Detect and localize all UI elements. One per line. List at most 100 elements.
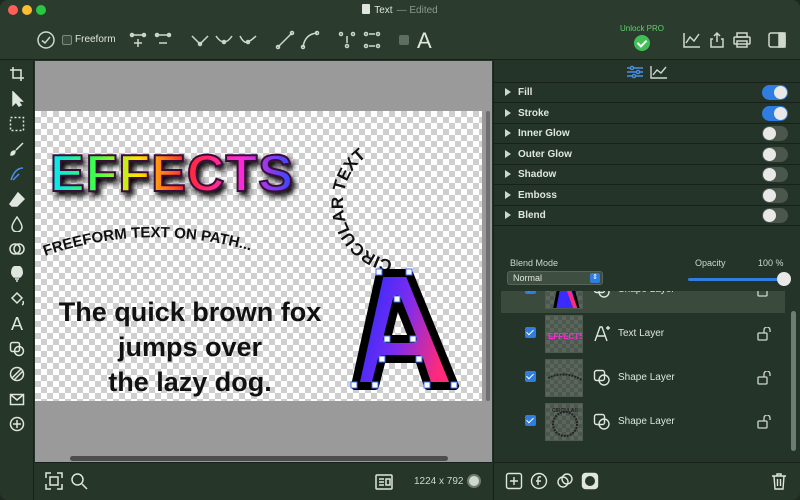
gradient-tool-icon[interactable] (8, 365, 26, 383)
light-bulb-icon[interactable] (8, 265, 26, 283)
add-anchor-tool-icon[interactable] (8, 415, 26, 433)
function-icon[interactable] (530, 472, 548, 490)
convert-shape-icon[interactable] (399, 35, 409, 45)
mail-tool-icon[interactable] (8, 390, 26, 408)
brush-tool-icon[interactable] (8, 140, 26, 158)
effect-toggle[interactable] (762, 146, 788, 162)
effect-row-fill[interactable]: Fill (494, 83, 800, 103)
document-info-icon[interactable] (375, 473, 393, 491)
sidebar-icon[interactable] (767, 29, 787, 51)
shape-tool-icon[interactable] (8, 340, 26, 358)
canvas-vertical-scrollbar[interactable] (485, 111, 491, 401)
window-title: Text — Edited (0, 4, 800, 16)
effect-toggle[interactable] (762, 187, 788, 203)
mask-blend-icon[interactable] (556, 472, 574, 490)
disclosure-triangle-icon[interactable] (505, 190, 511, 199)
pen-tool-icon[interactable] (8, 165, 26, 183)
effect-toggle[interactable] (762, 85, 788, 100)
effect-toggle[interactable] (762, 126, 788, 141)
share-icon[interactable] (708, 29, 726, 51)
smooth-node-icon[interactable] (214, 29, 234, 51)
distribute-grid-icon[interactable] (362, 29, 382, 51)
layer-visibility-checkbox[interactable] (525, 291, 536, 294)
chart-tab-icon[interactable] (649, 64, 669, 80)
effect-toggle[interactable] (762, 167, 788, 182)
shapes-boolean-icon[interactable] (8, 240, 26, 258)
freeform-checkbox[interactable] (62, 35, 72, 45)
drop-tool-icon[interactable] (8, 215, 26, 233)
paint-bucket-icon[interactable] (8, 290, 26, 308)
effects-text[interactable]: EFFECTS (49, 144, 294, 204)
canvas-vertical-scroll-thumb[interactable] (486, 111, 490, 401)
opacity-slider-track[interactable] (688, 278, 784, 281)
marquee-tool-icon[interactable] (8, 115, 26, 133)
effect-row-outer-glow[interactable]: Outer Glow (494, 145, 800, 165)
distribute-vertical-icon[interactable] (337, 29, 357, 51)
disclosure-triangle-icon[interactable] (505, 149, 511, 158)
blend-mode-select[interactable]: Normal ⇕ (507, 271, 603, 285)
remove-node-icon[interactable] (153, 29, 173, 51)
symmetric-node-icon[interactable] (238, 29, 258, 51)
text-tool-icon[interactable]: A (417, 28, 432, 54)
opacity-slider-knob[interactable] (777, 272, 791, 286)
text-tool-icon[interactable]: A (8, 314, 26, 334)
trash-icon[interactable] (770, 472, 788, 490)
add-layer-icon[interactable] (505, 472, 523, 490)
effect-toggle[interactable] (762, 105, 788, 121)
chart-icon[interactable] (682, 29, 702, 51)
canvas-viewport[interactable]: EFFECTS CIRCULAR TEXT FREEFORM TEXT ON P… (35, 61, 492, 462)
toggle-knob (763, 188, 776, 202)
disclosure-triangle-icon[interactable] (505, 88, 511, 96)
unlock-icon[interactable] (756, 370, 772, 385)
layers-scrollbar[interactable] (791, 311, 796, 451)
layers-toolbar (494, 462, 800, 500)
unlock-icon[interactable] (756, 326, 772, 341)
unlock-icon[interactable] (756, 291, 772, 297)
layer-mask-icon[interactable] (581, 472, 599, 490)
curve-line-icon[interactable] (300, 29, 320, 51)
canvas-artwork[interactable]: EFFECTS CIRCULAR TEXT FREEFORM TEXT ON P… (35, 111, 482, 401)
layer-row[interactable]: Shape Layer (501, 357, 785, 401)
zoom-icon[interactable] (70, 472, 88, 490)
layer-row[interactable]: Shape Layer (501, 291, 785, 313)
body-text-line-2[interactable]: jumps over (117, 332, 263, 362)
disclosure-triangle-icon[interactable] (505, 129, 511, 137)
effect-row-emboss[interactable]: Emboss (494, 186, 800, 206)
big-letter-shape[interactable] (350, 268, 459, 390)
effect-row-shadow[interactable]: Shadow (494, 165, 800, 185)
checkmark-circle-icon[interactable] (37, 29, 55, 51)
disclosure-triangle-icon[interactable] (505, 211, 511, 219)
blend-mode-value: Normal (513, 273, 543, 283)
effect-row-inner-glow[interactable]: Inner Glow (494, 124, 800, 144)
effect-toggle[interactable] (762, 208, 788, 223)
layer-name: Shape Layer (618, 291, 675, 295)
layer-row[interactable]: CIRCULAR Shape Layer (501, 401, 785, 445)
print-icon[interactable] (732, 29, 752, 51)
body-text-line-3[interactable]: the lazy dog. (108, 367, 272, 397)
straight-line-icon[interactable] (275, 29, 295, 51)
effect-row-stroke[interactable]: Stroke (494, 104, 800, 124)
adjustments-tab-icon[interactable] (625, 64, 645, 80)
unlock-pro-button[interactable]: Unlock PRO (617, 24, 667, 51)
zoom-dial[interactable] (467, 474, 481, 488)
unlock-icon[interactable] (756, 414, 772, 429)
corner-node-icon[interactable] (190, 29, 210, 51)
fit-to-screen-icon[interactable] (45, 472, 63, 490)
layer-visibility-checkbox[interactable] (525, 415, 536, 426)
layer-row[interactable]: EFFECTS Text Layer (501, 313, 785, 357)
disclosure-triangle-icon[interactable] (505, 108, 511, 117)
add-node-icon[interactable] (128, 29, 148, 51)
path-text[interactable]: FREEFORM TEXT ON PATH... (41, 224, 254, 260)
layer-visibility-checkbox[interactable] (525, 327, 536, 338)
eraser-tool-icon[interactable] (8, 190, 26, 208)
pointer-tool-icon[interactable] (8, 90, 26, 108)
disclosure-triangle-icon[interactable] (505, 170, 511, 178)
effect-row-blend[interactable]: Blend (494, 206, 800, 226)
document-canvas[interactable]: EFFECTS CIRCULAR TEXT FREEFORM TEXT ON P… (35, 111, 482, 401)
window-title-status: — Edited (396, 5, 438, 16)
canvas-horizontal-scrollbar[interactable] (70, 456, 448, 461)
circular-text[interactable]: CIRCULAR TEXT (328, 145, 394, 276)
layer-visibility-checkbox[interactable] (525, 371, 536, 382)
crop-tool-icon[interactable] (8, 65, 26, 83)
body-text-line-1[interactable]: The quick brown fox (59, 297, 322, 327)
